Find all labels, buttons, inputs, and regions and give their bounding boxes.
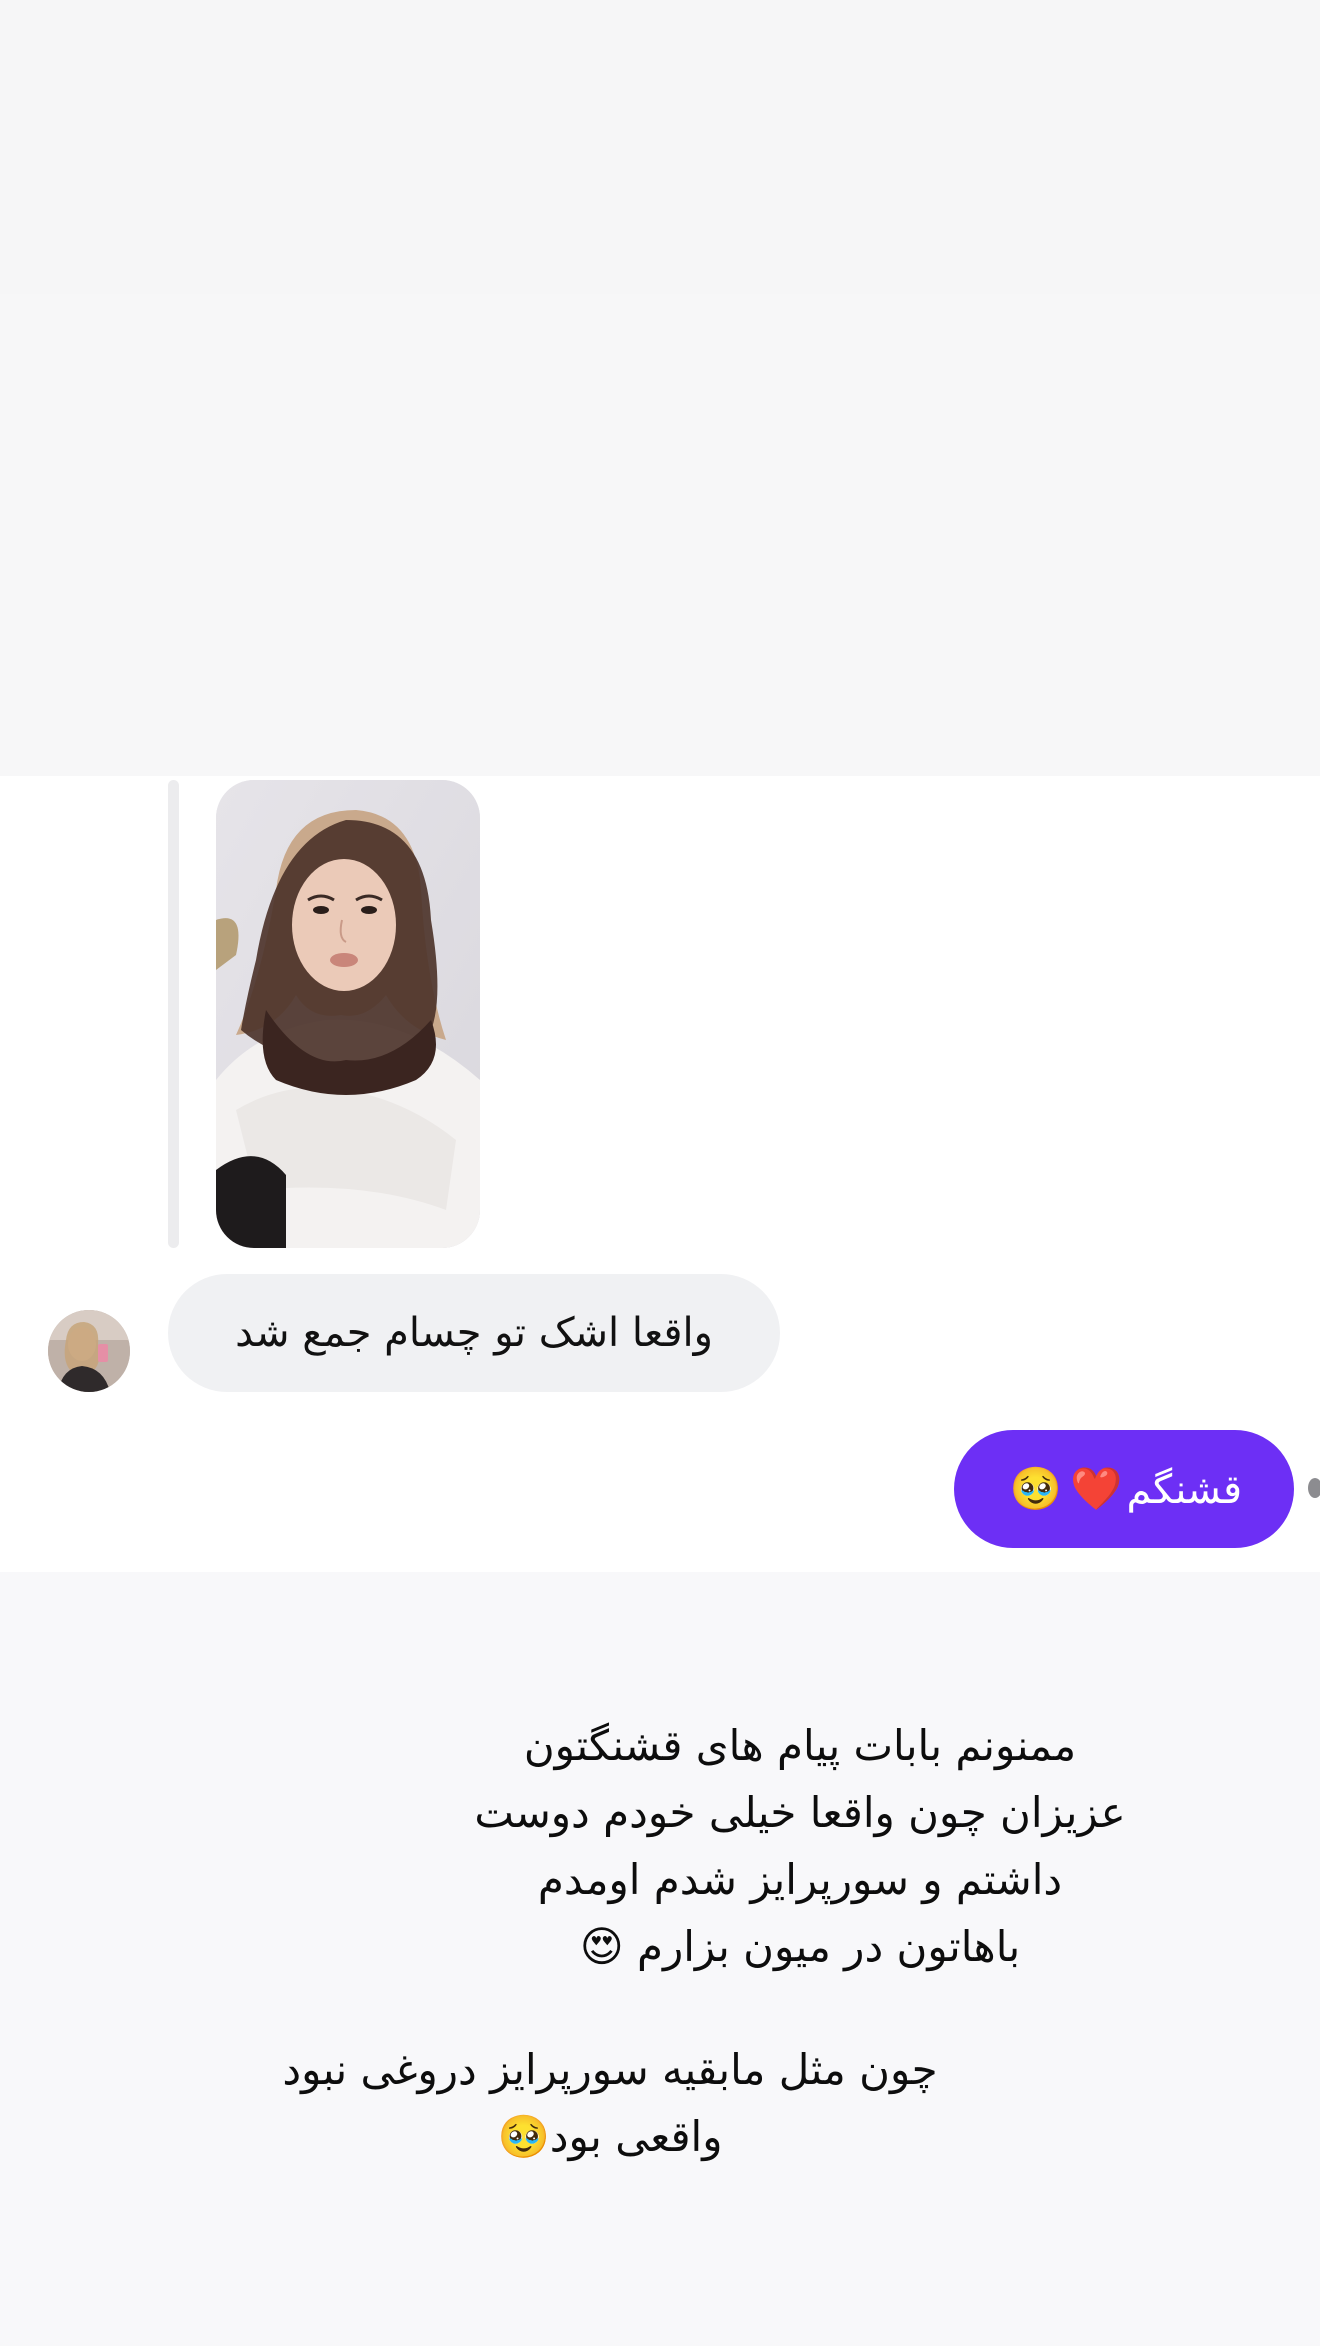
caption-paragraph-1: ممنونم بابات پیام های قشنگتون عزیزان چون… [400, 1712, 1200, 1980]
sender-avatar[interactable] [48, 1310, 130, 1392]
incoming-message-bubble[interactable]: واقعا اشک تو چسام جمع شد [168, 1274, 780, 1392]
profile-avatar-icon [48, 1310, 130, 1392]
story-video-thumbnail-icon [216, 780, 480, 1248]
caption-line: چون مثل مابقیه سورپرایز دروغی نبود [282, 2045, 938, 2094]
outgoing-message-content: قشنگم❤️🥹 [1006, 1464, 1242, 1514]
outgoing-message-text: قشنگم [1126, 1467, 1243, 1513]
caption-line: باهاتون در میون بزارم 😍 [579, 1922, 1021, 1971]
caption-line: داشتم و سورپرایز شدم اومدم [537, 1855, 1063, 1904]
caption-line: ممنونم بابات پیام های قشنگتون [523, 1721, 1077, 1770]
top-background [0, 0, 1320, 294]
incoming-message-text: واقعا اشک تو چسام جمع شد [235, 1310, 713, 1356]
outgoing-message-bubble[interactable]: قشنگم❤️🥹 [954, 1430, 1294, 1548]
story-reply-indicator [168, 780, 179, 1248]
upper-background [0, 294, 1320, 776]
scroll-indicator [1308, 1478, 1320, 1498]
pleading-face-emoji-icon: 🥹 [1009, 1464, 1063, 1513]
caption-line: عزیزان چون واقعا خیلی خودم دوست [474, 1788, 1126, 1837]
story-thumbnail[interactable] [216, 780, 480, 1248]
caption-line: واقعی بود🥹 [497, 2112, 723, 2161]
caption-paragraph-2: چون مثل مابقیه سورپرایز دروغی نبود واقعی… [180, 2036, 1040, 2170]
red-heart-emoji-icon: ❤️ [1070, 1464, 1123, 1513]
